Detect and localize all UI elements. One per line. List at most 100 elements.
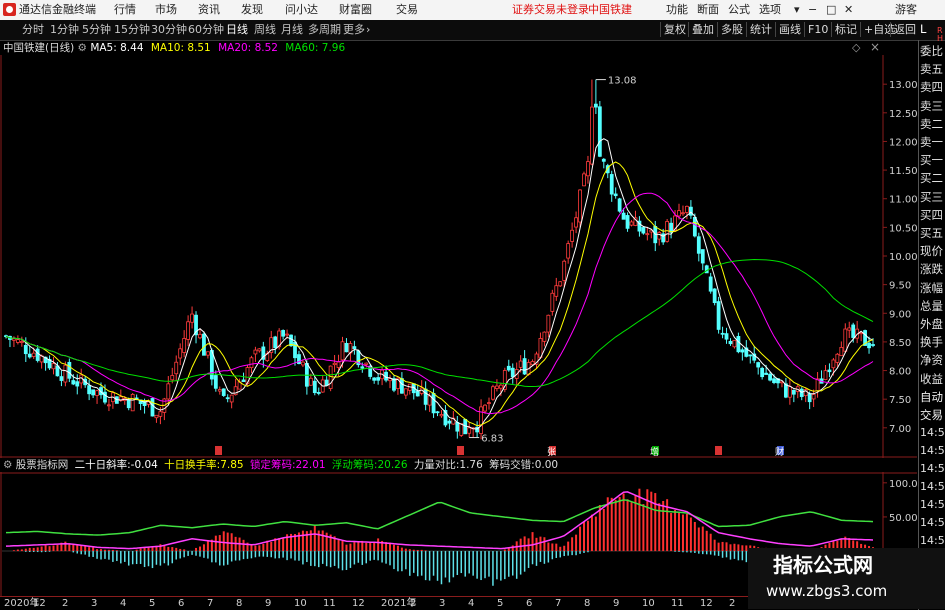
date-axis-label: 3 <box>91 598 98 609</box>
menu-trade[interactable]: 交易 <box>396 3 418 17</box>
ma5-line <box>5 138 874 430</box>
sidebar-tab[interactable]: 卖三 <box>920 99 945 113</box>
candle <box>518 360 523 368</box>
ma60-line <box>5 258 874 387</box>
minimize-icon[interactable]: − <box>808 3 817 17</box>
back-button[interactable]: 返回 <box>890 22 919 37</box>
mark-button[interactable]: 标记 <box>831 22 860 37</box>
menu-news[interactable]: 资讯 <box>198 3 220 17</box>
trade-time: 14:5 <box>920 534 945 547</box>
sidebar-tab[interactable]: 收益 <box>920 372 945 386</box>
price-chart[interactable]: 13.08 6.83 13.00 12.50 12.00 11.50 11.00 10.50… <box>0 55 917 458</box>
menu-wenxiaoda[interactable]: 问小达 <box>285 3 318 17</box>
diamond-icon[interactable]: ◇ <box>852 41 860 54</box>
sidebar-tab[interactable]: 卖四 <box>920 80 945 94</box>
sidebar-tab[interactable]: 买四 <box>920 208 945 222</box>
indicator-settings-icon[interactable]: ⚙ <box>3 459 12 471</box>
tab-period-more[interactable]: 更多 <box>343 23 365 37</box>
close-icon[interactable]: ✕ <box>844 3 853 17</box>
sidebar-tab[interactable]: 交易 <box>920 408 945 422</box>
sidebar-tab[interactable]: 买五 <box>920 226 945 240</box>
tab-period-5min[interactable]: 5分钟 <box>82 23 111 37</box>
candle <box>435 411 440 414</box>
ma10-value: 8.51 <box>187 42 211 54</box>
candle <box>308 377 313 386</box>
tab-period-daily[interactable]: 日线 <box>226 23 248 37</box>
price-axis-label: 10.00 <box>889 252 917 263</box>
menu-market-list[interactable]: 市场 <box>155 3 177 17</box>
menu-formula[interactable]: 公式 <box>728 3 750 17</box>
adjust-button[interactable]: 复权 <box>660 22 689 37</box>
menu-options[interactable]: 选项 <box>759 3 781 17</box>
candle <box>170 375 175 381</box>
ma10-label: MA10: <box>150 42 184 54</box>
close-panel-icon[interactable]: × <box>870 40 880 54</box>
overlay-button[interactable]: 叠加 <box>688 22 717 37</box>
sidebar-tab[interactable]: 委比 <box>920 44 945 58</box>
price-axis-label: 10.50 <box>889 223 917 234</box>
candle <box>221 388 226 396</box>
tab-period-monthly[interactable]: 月线 <box>281 23 303 37</box>
tab-period-multi[interactable]: 多周期 <box>308 23 341 37</box>
login-status[interactable]: 证券交易未登录 <box>512 3 589 17</box>
date-axis-label: 12 <box>352 598 365 609</box>
candle <box>487 402 491 405</box>
menu-section[interactable]: 断面 <box>697 3 719 17</box>
sidebar-tab[interactable]: 现价 <box>920 244 945 258</box>
tab-period-60min[interactable]: 60分钟 <box>188 23 224 37</box>
statistics-button[interactable]: 统计 <box>746 22 775 37</box>
watermark: 指标公式网 www.zbgs3.com <box>748 548 945 609</box>
sidebar-tab[interactable]: 涨跌 <box>920 262 945 276</box>
menu-functions[interactable]: 功能 <box>666 3 688 17</box>
menu-dropdown-icon[interactable]: ▾ <box>794 3 800 17</box>
menu-discover[interactable]: 发现 <box>241 3 263 17</box>
sidebar-tab[interactable]: 卖五 <box>920 62 945 76</box>
more-arrow-icon[interactable]: › <box>366 23 370 37</box>
tab-period-weekly[interactable]: 周线 <box>254 23 276 37</box>
menu-wealth-circle[interactable]: 财富圈 <box>339 3 372 17</box>
trade-time: 14:5 <box>920 480 945 493</box>
candle <box>688 206 693 216</box>
candle <box>166 383 171 400</box>
candle <box>217 389 222 392</box>
sidebar-tab[interactable]: 换手 <box>920 335 945 349</box>
tab-period-30min[interactable]: 30分钟 <box>151 23 187 37</box>
sidebar-tab[interactable]: 外盘 <box>920 317 945 331</box>
ma60-value: 7.96 <box>321 42 346 54</box>
candle <box>202 333 206 356</box>
candle <box>827 369 832 373</box>
sidebar-tab[interactable]: 买一 <box>920 153 945 167</box>
sidebar-tab[interactable]: 买二 <box>920 171 945 185</box>
tab-period-1min[interactable]: 1分钟 <box>50 23 79 37</box>
restore-icon[interactable]: □ <box>826 3 836 17</box>
guest-user[interactable]: 游客 <box>895 3 917 17</box>
settings-circle-icon[interactable]: ⚙ <box>78 42 87 54</box>
candle <box>340 341 345 361</box>
price-axis-label: 8.00 <box>889 367 911 378</box>
candle <box>510 367 515 378</box>
sidebar-tab[interactable]: 净资 <box>920 353 945 367</box>
tab-period-15min[interactable]: 15分钟 <box>114 23 150 37</box>
candle <box>126 399 131 409</box>
tab-period-timeshare[interactable]: 分时 <box>22 23 44 37</box>
app-logo-icon <box>3 3 16 16</box>
sidebar-tab[interactable]: 买三 <box>920 190 945 204</box>
candle <box>174 361 179 375</box>
candle <box>182 338 187 353</box>
multi-stock-button[interactable]: 多股 <box>717 22 746 37</box>
candle <box>590 106 594 165</box>
sidebar-tab[interactable]: 卖二 <box>920 117 945 131</box>
event-mark-label: 增 <box>650 446 659 458</box>
sidebar-tab[interactable]: 总量 <box>920 299 945 313</box>
sidebar-tab[interactable]: 自动 <box>920 390 945 404</box>
sidebar-tab[interactable]: 卖一 <box>920 135 945 149</box>
sidebar-tab[interactable]: 涨幅 <box>920 281 945 295</box>
candle <box>107 404 111 407</box>
watermark-title: 指标公式网 <box>773 553 873 577</box>
candle <box>249 357 254 369</box>
price-axis-label: 11.50 <box>889 166 917 177</box>
menu-market[interactable]: 行情 <box>114 3 136 17</box>
draw-line-button[interactable]: 画线 <box>775 22 804 37</box>
date-axis-label: 8 <box>236 598 243 609</box>
f10-button[interactable]: F10 <box>804 22 831 37</box>
